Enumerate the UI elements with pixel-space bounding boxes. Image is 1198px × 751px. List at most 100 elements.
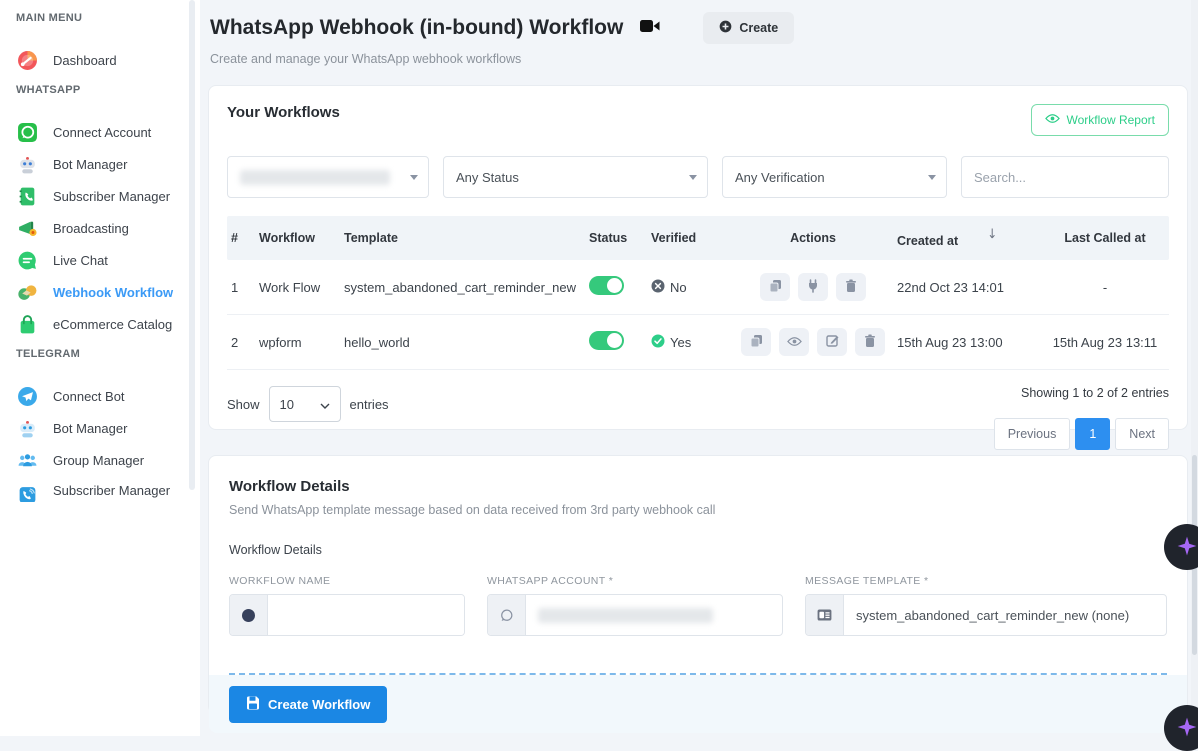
page-title: WhatsApp Webhook (in-bound) Workflow [210, 16, 623, 40]
workflow-name-cell: Work Flow [255, 267, 340, 308]
sidebar-item-bot-manager-wa[interactable]: Bot Manager [0, 148, 200, 180]
entries-summary: Showing 1 to 2 of 2 entries [994, 386, 1169, 400]
workflows-table: # Workflow Template Status Verified Acti… [227, 216, 1169, 370]
trash-icon [864, 334, 876, 351]
sidebar-item-ecommerce-catalog[interactable]: eCommerce Catalog [0, 308, 200, 340]
search-box [961, 156, 1169, 198]
edit-icon [826, 334, 839, 350]
shopping-bag-icon [16, 313, 38, 335]
workflows-panel-title: Your Workflows [227, 104, 340, 121]
last-called-cell: 15th Aug 23 13:11 [1041, 322, 1169, 363]
plus-circle-icon [719, 20, 732, 36]
sparkle-icon [1176, 716, 1198, 741]
sidebar-item-connect-account[interactable]: Connect Account [0, 116, 200, 148]
status-toggle[interactable] [589, 331, 624, 350]
details-title: Workflow Details [229, 478, 1167, 495]
page-header: WhatsApp Webhook (in-bound) Workflow Cre… [200, 0, 1198, 66]
duplicate-button[interactable] [760, 273, 790, 301]
duplicate-icon [750, 334, 763, 351]
status-filter-select[interactable]: Any Status [443, 156, 708, 198]
message-template-group: MESSAGE TEMPLATE * system_abandoned_cart… [805, 575, 1167, 636]
workflow-name-cell: wpform [255, 322, 340, 363]
sidebar-scrollbar[interactable] [189, 0, 195, 490]
workflow-name-input[interactable] [268, 595, 464, 635]
group-icon [16, 449, 38, 471]
ai-sparkle-button[interactable] [1164, 705, 1198, 751]
last-called-cell: - [1041, 267, 1169, 308]
search-input[interactable] [974, 170, 1156, 185]
verification-filter-select[interactable]: Any Verification [722, 156, 947, 198]
handshake-icon [16, 281, 38, 303]
edit-button[interactable] [817, 328, 847, 356]
workflow-name-label: WORKFLOW NAME [229, 575, 465, 587]
verified-badge: Yes [651, 334, 691, 351]
template-cell: system_abandoned_cart_reminder_new [340, 267, 585, 308]
details-footer: Create Workflow [209, 675, 1187, 733]
sidebar-item-subscriber-manager-wa[interactable]: Subscriber Manager [0, 180, 200, 212]
chevron-down-icon [928, 175, 936, 180]
plug-icon [807, 279, 819, 296]
delete-button[interactable] [855, 328, 885, 356]
sidebar-item-connect-bot[interactable]: Connect Bot [0, 380, 200, 412]
create-button[interactable]: Create [703, 12, 794, 44]
previous-page-button[interactable]: Previous [994, 418, 1071, 450]
sidebar-item-broadcasting[interactable]: Broadcasting [0, 212, 200, 244]
sidebar-item-webhook-workflow[interactable]: Webhook Workflow [0, 276, 200, 308]
duplicate-button[interactable] [741, 328, 771, 356]
sort-icon[interactable] [986, 228, 995, 242]
table-row: 1 Work Flow system_abandoned_cart_remind… [227, 260, 1169, 315]
sidebar: MAIN MENU Dashboard WHATSAPP Connect Acc… [0, 0, 200, 736]
sidebar-item-dashboard[interactable]: Dashboard [0, 44, 200, 76]
page-scrollbar[interactable] [1191, 0, 1198, 736]
details-section-label: Workflow Details [229, 543, 1167, 557]
sidebar-item-label: Connect Bot [53, 389, 125, 404]
whatsapp-outline-icon [488, 595, 526, 635]
message-template-select[interactable]: system_abandoned_cart_reminder_new (none… [844, 595, 1166, 635]
workflow-details-panel: Workflow Details Send WhatsApp template … [208, 455, 1188, 714]
workflow-name-addon [230, 595, 268, 635]
page-size-group: Show 10 entries [227, 386, 389, 422]
sidebar-item-label: Group Manager [53, 453, 144, 468]
sidebar-item-label: Bot Manager [53, 157, 127, 172]
sidebar-item-bot-manager-tg[interactable]: Bot Manager [0, 412, 200, 444]
plug-button[interactable] [798, 273, 828, 301]
view-button[interactable] [779, 328, 809, 356]
actions-cell [733, 260, 893, 314]
workflow-name-group: WORKFLOW NAME [229, 575, 465, 636]
trash-icon [845, 279, 857, 296]
template-card-icon [806, 595, 844, 635]
table-header-row: # Workflow Template Status Verified Acti… [227, 216, 1169, 260]
sidebar-item-label: Dashboard [53, 53, 117, 68]
workflow-report-button[interactable]: Workflow Report [1031, 104, 1169, 136]
status-toggle[interactable] [589, 276, 624, 295]
telegram-icon [16, 385, 38, 407]
delete-button[interactable] [836, 273, 866, 301]
redacted-account-value [240, 170, 390, 185]
sidebar-item-group-manager[interactable]: Group Manager [0, 444, 200, 476]
chevron-down-icon [320, 397, 330, 412]
page-subtitle: Create and manage your WhatsApp webhook … [210, 52, 1188, 66]
circle-check-icon [651, 334, 665, 351]
sidebar-section-main-menu: MAIN MENU [0, 4, 200, 28]
page-size-select[interactable]: 10 [269, 386, 341, 422]
whatsapp-account-select[interactable] [526, 595, 782, 635]
message-template-label: MESSAGE TEMPLATE * [805, 575, 1167, 587]
phone-book-blue-icon [16, 483, 38, 502]
whatsapp-icon [16, 121, 38, 143]
sidebar-item-label: Subscriber Manager [53, 483, 170, 498]
template-cell: hello_world [340, 322, 585, 363]
page-number-button[interactable]: 1 [1075, 418, 1110, 450]
sidebar-item-live-chat[interactable]: Live Chat [0, 244, 200, 276]
contact-book-icon [16, 185, 38, 207]
video-camera-icon[interactable] [639, 17, 661, 40]
account-filter-select[interactable] [227, 156, 429, 198]
sidebar-section-whatsapp: WHATSAPP [0, 76, 200, 100]
create-workflow-button[interactable]: Create Workflow [229, 686, 387, 723]
sidebar-item-subscriber-manager-tg[interactable]: Subscriber Manager [0, 476, 200, 502]
workflows-panel: Your Workflows Workflow Report Any Statu… [208, 85, 1188, 430]
dot-icon [242, 609, 255, 622]
pagination: Previous 1 Next [994, 418, 1169, 450]
whatsapp-account-label: WHATSAPP ACCOUNT * [487, 575, 783, 587]
next-page-button[interactable]: Next [1115, 418, 1169, 450]
actions-cell [733, 315, 893, 369]
